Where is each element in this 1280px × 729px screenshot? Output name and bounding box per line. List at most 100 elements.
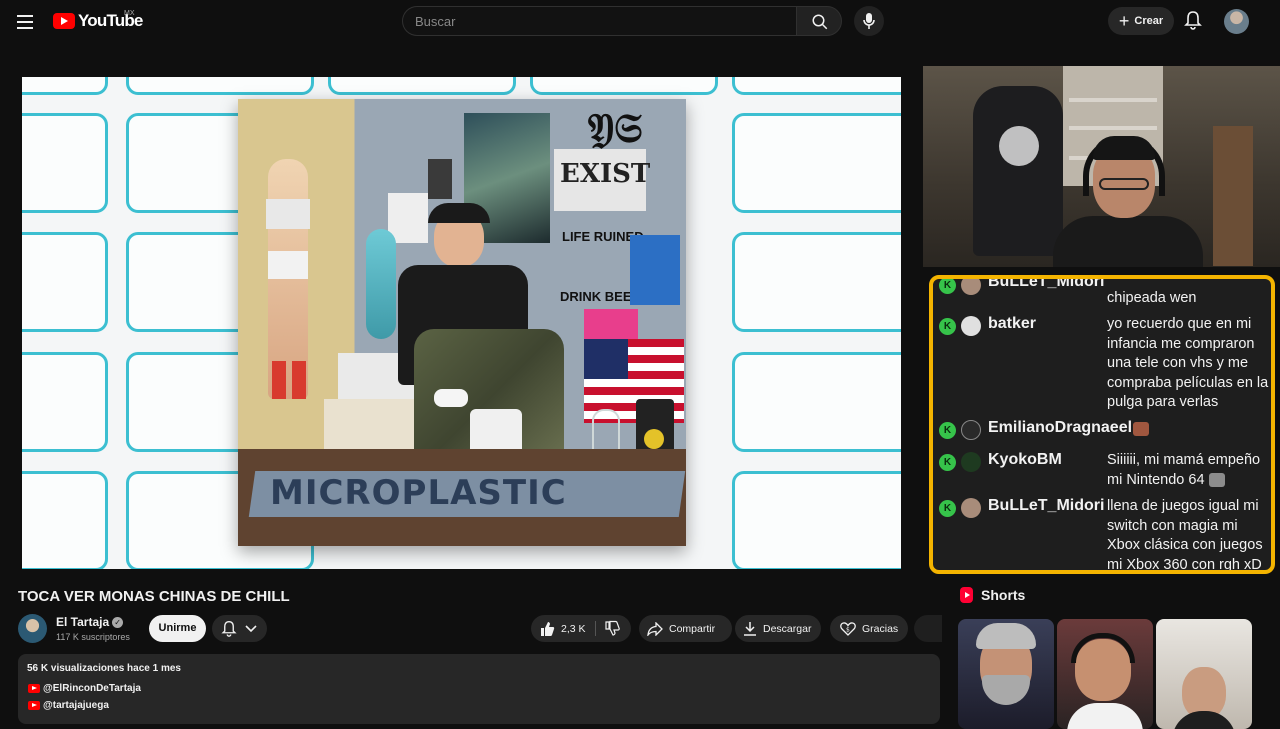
like-dislike-group: 2,3 K xyxy=(531,615,631,642)
shorts-title: Shorts xyxy=(981,587,1026,603)
channel-avatar[interactable] xyxy=(18,614,47,643)
poster-exist-text: EXIST xyxy=(560,159,651,189)
channel-link-text: @ElRinconDeTartaja xyxy=(43,683,141,694)
bg-tile xyxy=(22,113,108,213)
graffiti-logo: 𝔜𝔖 xyxy=(588,105,643,152)
skateboard xyxy=(366,229,396,339)
bg-tile xyxy=(22,352,108,452)
paper-sheet xyxy=(388,193,428,243)
shorts-header: Shorts xyxy=(960,587,1025,603)
subscriber-count: 117 K suscriptores xyxy=(56,632,130,642)
search-box xyxy=(402,6,797,36)
description-box[interactable]: 56 K visualizaciones hace 1 mes @ElRinco… xyxy=(18,654,940,724)
youtube-icon xyxy=(28,684,40,693)
chat-message: K batker yo recuerdo que en mi infancia … xyxy=(937,315,1271,415)
chat-overlay: K BuLLeT_Midori chipeada wen K batker yo… xyxy=(929,275,1275,574)
bg-tile xyxy=(732,352,901,452)
short-beard xyxy=(982,675,1030,705)
svg-text:$: $ xyxy=(846,627,850,634)
user-avatar xyxy=(961,279,981,295)
channel-name-text: El Tartaja xyxy=(56,615,110,629)
chat-message: K BuLLeT_Midori chipeada wen xyxy=(937,275,1271,309)
join-button[interactable]: Unirme xyxy=(149,615,206,642)
bg-tile xyxy=(732,232,901,332)
share-label: Compartir xyxy=(669,622,716,635)
top-bar: YouTube MX + Crear xyxy=(0,0,1280,42)
menu-icon[interactable] xyxy=(15,11,39,31)
microphone-icon xyxy=(863,13,875,29)
emote-icon xyxy=(1208,472,1225,487)
kick-badge-icon: K xyxy=(939,454,956,471)
account-avatar[interactable] xyxy=(1224,9,1249,34)
plus-icon: + xyxy=(1118,11,1130,31)
chat-username: batker xyxy=(988,315,1037,332)
search-button[interactable] xyxy=(796,6,842,36)
kick-badge-icon: K xyxy=(939,279,956,294)
chat-message: K KyokoBM Siiiiii, mi mamá empeño mi Nin… xyxy=(937,451,1271,491)
notifications-button[interactable] xyxy=(1184,10,1204,32)
chat-text: Siiiiii, mi mamá empeño mi Nintendo 64 xyxy=(1107,451,1271,490)
more-actions-button[interactable] xyxy=(914,615,942,642)
bell-icon xyxy=(1184,11,1202,30)
glasses xyxy=(1099,178,1149,190)
short-hair xyxy=(976,623,1036,649)
speaker-cone xyxy=(644,429,664,449)
verified-icon: ✓ xyxy=(112,617,124,629)
bg-tile xyxy=(732,113,901,213)
views-and-date: 56 K visualizaciones hace 1 mes xyxy=(27,663,181,674)
user-avatar xyxy=(961,316,981,336)
shorts-icon xyxy=(960,587,973,603)
emote-icon xyxy=(1133,422,1149,436)
chat-message: K BuLLeT_Midori llena de juegos igual mi… xyxy=(937,497,1271,573)
woman-boot xyxy=(292,361,306,399)
controller xyxy=(434,389,468,407)
channel-link[interactable]: @tartajajuega xyxy=(28,700,109,711)
chat-username: BuLLeT_Midori xyxy=(988,275,1105,290)
thumbs-down-icon[interactable] xyxy=(604,620,620,636)
video-player[interactable]: EXIST LIFE RUINED DRINK BEER 𝔜𝔖 MICROPLA… xyxy=(22,77,901,569)
short-thumbnail[interactable] xyxy=(958,619,1054,729)
man-headset xyxy=(428,203,490,223)
woman-boot xyxy=(272,361,286,399)
short-headset xyxy=(1071,633,1135,663)
bg-tile xyxy=(22,232,108,332)
youtube-icon xyxy=(28,701,40,710)
cat-tree xyxy=(1213,126,1253,266)
search-input[interactable] xyxy=(403,7,797,35)
video-title: TOCA VER MONAS CHINAS DE CHILL xyxy=(18,588,290,605)
youtube-play-icon xyxy=(53,13,75,29)
hoodie-print xyxy=(999,126,1039,166)
divider xyxy=(595,621,596,636)
subscription-bell-button[interactable] xyxy=(212,615,267,642)
thumbs-up-icon[interactable] xyxy=(539,621,555,637)
chat-text: llena de juegos igual mi switch con magi… xyxy=(1107,498,1263,573)
bg-tile xyxy=(732,471,901,569)
photo-frame xyxy=(428,159,452,199)
download-button[interactable]: Descargar xyxy=(735,615,821,642)
voice-search-button[interactable] xyxy=(854,6,884,36)
user-avatar xyxy=(961,498,981,518)
country-code: MX xyxy=(124,10,135,17)
poster-drink-beer-text: DRINK BEER xyxy=(560,289,641,304)
short-thumbnail[interactable] xyxy=(1057,619,1153,729)
short-thumbnail[interactable] xyxy=(1156,619,1252,729)
search-icon xyxy=(812,14,828,30)
flag-canton xyxy=(584,339,628,379)
create-button[interactable]: + Crear xyxy=(1108,7,1174,35)
chat-username: EmilianoDragnaeel xyxy=(988,419,1133,436)
chat-text: yo recuerdo que en mi infancia me compra… xyxy=(1107,316,1269,410)
kick-badge-icon: K xyxy=(939,422,956,439)
short-shirt xyxy=(1067,703,1143,729)
share-button[interactable]: Compartir xyxy=(639,615,732,642)
thanks-button[interactable]: $ Gracias xyxy=(830,615,908,642)
channel-link[interactable]: @ElRinconDeTartaja xyxy=(28,683,141,694)
like-count[interactable]: 2,3 K xyxy=(561,623,586,635)
streamer-body xyxy=(1053,216,1203,267)
bg-tile xyxy=(530,77,718,95)
channel-name[interactable]: El Tartaja ✓ xyxy=(56,615,124,629)
woman-top xyxy=(266,199,310,229)
download-icon xyxy=(744,622,756,636)
chat-text-body: Siiiiii, mi mamá empeño mi Nintendo 64 xyxy=(1107,452,1261,488)
user-avatar xyxy=(961,452,981,472)
thanks-label: Gracias xyxy=(862,622,899,635)
